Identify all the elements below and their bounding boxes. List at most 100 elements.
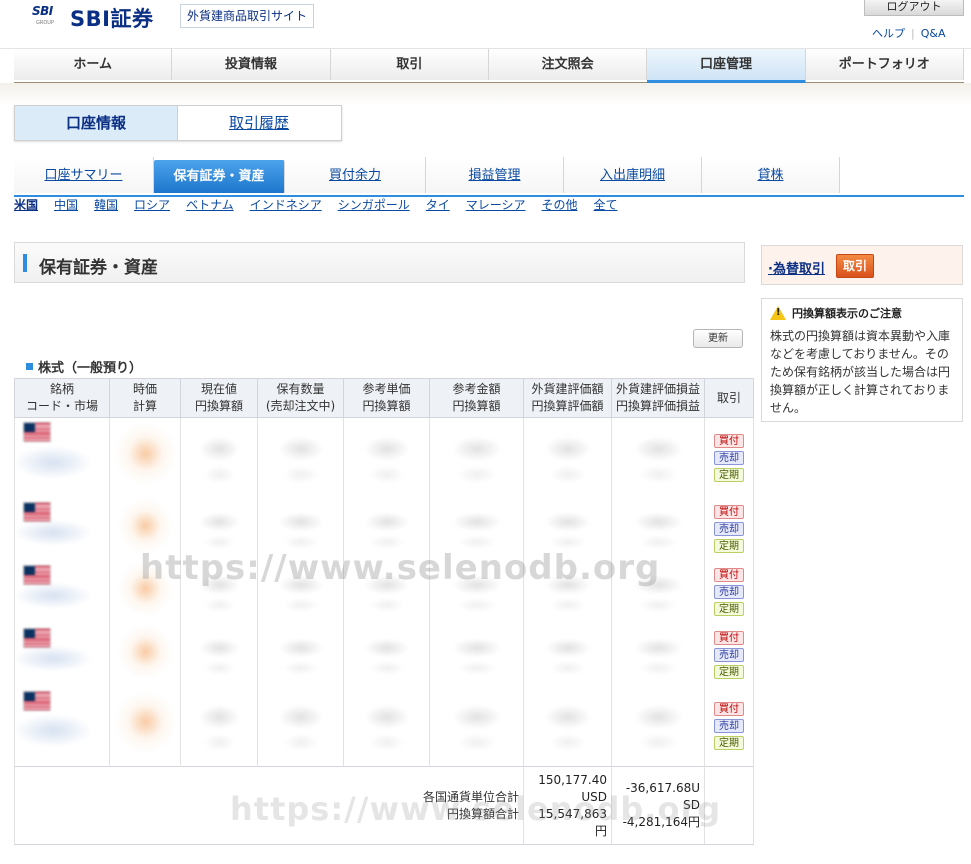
col-header-ref-amount: 参考金額 円換算額 (429, 378, 524, 418)
us-flag-icon (24, 502, 50, 521)
buy-button[interactable]: 買付 (714, 433, 744, 448)
fx-trade-button[interactable]: 取引 (836, 254, 874, 278)
symbol-cell[interactable] (14, 497, 110, 561)
regular-buy-button[interactable]: 定期 (714, 602, 744, 616)
buy-button[interactable]: 買付 (714, 568, 744, 582)
redacted-cell (429, 686, 524, 767)
logo-group-text: GROUP (36, 20, 54, 26)
sell-button[interactable]: 売却 (714, 450, 744, 465)
subnav-trade-history[interactable]: 取引履歴 (178, 106, 340, 140)
country-link-korea[interactable]: 韓国 (94, 196, 118, 214)
logo-text[interactable]: SBI証券 (70, 3, 153, 33)
us-flag-icon (24, 423, 50, 441)
redacted-cell (180, 686, 258, 767)
symbol-cell[interactable] (14, 560, 110, 624)
symbol-cell[interactable] (14, 623, 110, 687)
country-link-vietnam[interactable]: ベトナム (186, 196, 234, 214)
sell-button[interactable]: 売却 (714, 585, 744, 599)
trade-cell: 買付 売却 定期 (704, 560, 754, 624)
warning-icon (770, 306, 786, 320)
redacted-cell (257, 686, 344, 767)
nav-tab-trade[interactable]: 取引 (330, 49, 489, 80)
buy-button[interactable]: 買付 (714, 702, 744, 717)
holdings-title-text: 株式（一般預り） (38, 361, 143, 376)
section-tab-transfers[interactable]: 入出庫明細 (564, 157, 702, 193)
buy-button[interactable]: 買付 (714, 631, 744, 645)
section-tab-buying-power[interactable]: 買付余力 (285, 157, 426, 193)
help-link[interactable]: ヘルプ (872, 27, 905, 40)
country-link-malaysia[interactable]: マレーシア (466, 196, 526, 214)
watermark-secondary: https://www.selenodb.org (230, 790, 722, 828)
redacted-cell (257, 417, 344, 498)
refresh-button[interactable]: 更新 (693, 329, 743, 348)
country-link-indonesia[interactable]: インドネシア (250, 196, 322, 214)
page-title-box: 保有証券・資産 (14, 242, 745, 283)
redacted-cell (109, 623, 181, 687)
nav-tab-investment-info[interactable]: 投資情報 (172, 49, 331, 80)
redacted-cell (523, 623, 612, 687)
trade-cell: 買付 売却 定期 (704, 623, 754, 687)
nav-tab-account-management[interactable]: 口座管理 (647, 49, 806, 83)
col-header-current-price: 現在値 円換算額 (180, 378, 258, 418)
country-link-thailand[interactable]: タイ (426, 196, 450, 214)
redacted-cell (523, 686, 612, 767)
section-tab-holdings[interactable]: 保有証券・資産 (154, 160, 285, 193)
section-tab-stock-lending[interactable]: 貸株 (702, 157, 840, 193)
sell-button[interactable]: 売却 (714, 522, 744, 536)
trade-cell: 買付 売却 定期 (704, 417, 754, 498)
redacted-cell (611, 623, 705, 687)
section-tab-summary[interactable]: 口座サマリー (14, 157, 154, 193)
fx-trade-label: 為替取引 (772, 262, 825, 277)
section-bullet-icon (26, 363, 33, 370)
redacted-cell (180, 623, 258, 687)
sbi-logo-icon[interactable]: SBI GROUP (32, 4, 60, 26)
regular-buy-button[interactable]: 定期 (714, 539, 744, 553)
country-link-china[interactable]: 中国 (54, 196, 78, 214)
nav-tab-home[interactable]: ホーム (14, 49, 173, 80)
table-row: 買付 売却 定期 (14, 417, 754, 498)
page-title: 保有証券・資産 (39, 258, 158, 278)
country-link-other[interactable]: その他 (542, 196, 578, 214)
redacted-cell (109, 686, 181, 767)
logout-button[interactable]: ログアウト (864, 0, 964, 16)
country-link-all[interactable]: 全て (594, 196, 618, 214)
col-header-quantity: 保有数量 (売却注文中) (257, 378, 344, 418)
trade-cell: 買付 売却 定期 (704, 497, 754, 561)
country-links: 米国 中国 韓国 ロシア ベトナム インドネシア シンガポール タイ マレーシア… (14, 196, 634, 214)
section-tab-pl[interactable]: 損益管理 (426, 157, 564, 193)
sell-button[interactable]: 売却 (714, 648, 744, 662)
nav-tab-portfolio[interactable]: ポートフォリオ (805, 49, 964, 80)
col-header-symbol: 銘柄 コード・市場 (14, 378, 110, 418)
country-link-us[interactable]: 米国 (14, 196, 38, 214)
account-subnav: 口座情報 取引履歴 (14, 105, 342, 141)
fx-trade-box: ·為替取引 取引 (761, 245, 963, 285)
fx-trade-link[interactable]: ·為替取引 (768, 258, 825, 277)
symbol-cell[interactable] (14, 686, 110, 767)
redacted-cell (429, 623, 524, 687)
regular-buy-button[interactable]: 定期 (714, 467, 744, 482)
col-header-valuation-pl: 外貨建評価損益 円換算評価損益 (611, 378, 705, 418)
redacted-cell (429, 417, 524, 498)
symbol-cell[interactable] (14, 417, 110, 498)
country-link-russia[interactable]: ロシア (134, 196, 170, 214)
table-row: 買付 売却 定期 (14, 623, 754, 687)
regular-buy-button[interactable]: 定期 (714, 665, 744, 679)
redacted-cell (523, 417, 612, 498)
watermark: https://www.selenodb.org (140, 548, 661, 588)
notice-title: 円換算額表示のご注意 (792, 307, 902, 320)
sell-button[interactable]: 売却 (714, 719, 744, 734)
redacted-cell (343, 686, 430, 767)
yen-conversion-notice: 円換算額表示のご注意 株式の円換算額は資本異動や入庫などを考慮しておりません。そ… (761, 298, 963, 422)
subnav-account-info[interactable]: 口座情報 (15, 106, 178, 140)
country-link-singapore[interactable]: シンガポール (338, 196, 410, 214)
buy-button[interactable]: 買付 (714, 505, 744, 519)
redacted-cell (611, 417, 705, 498)
site-header: SBI GROUP SBI証券 外貨建商品取引サイト ログアウト ヘルプ | Q&A (0, 0, 971, 48)
nav-tab-order-inquiry[interactable]: 注文照会 (488, 49, 648, 80)
heading-accent-bar (23, 254, 27, 272)
holdings-header-row: 銘柄 コード・市場 時価 計算 現在値 円換算額 保有数量 (売却注文中) 参考単価 円換… (14, 378, 754, 418)
help-links: ヘルプ | Q&A (872, 25, 945, 41)
redacted-cell (343, 417, 430, 498)
regular-buy-button[interactable]: 定期 (714, 736, 744, 751)
qa-link[interactable]: Q&A (921, 27, 946, 40)
